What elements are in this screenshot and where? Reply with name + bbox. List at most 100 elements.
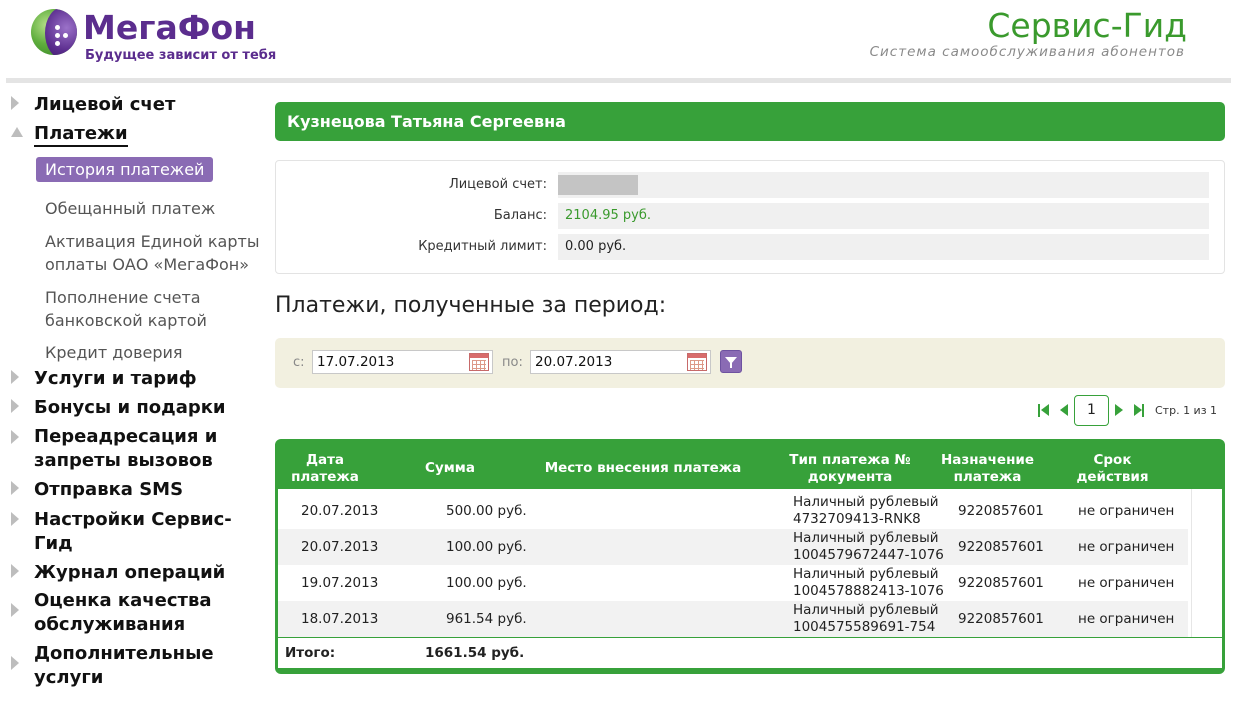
col-header-term[interactable]: Срок действия bbox=[1065, 452, 1160, 486]
col-header-type[interactable]: Тип платежа № документа bbox=[783, 452, 917, 486]
sidebar-item-account[interactable]: Лицевой счет bbox=[34, 93, 254, 117]
sidebar-item-operations-log[interactable]: Журнал операций bbox=[34, 561, 254, 585]
service-title: Сервис-Гид bbox=[987, 6, 1187, 45]
expand-arrow-icon[interactable] bbox=[11, 399, 19, 413]
page-header: МегаФон Будущее зависит от тебя Сервис-Г… bbox=[0, 0, 1251, 83]
cell-amount: 100.00 руб. bbox=[446, 539, 527, 555]
filter-icon[interactable] bbox=[720, 350, 742, 373]
expand-arrow-icon[interactable] bbox=[11, 96, 19, 110]
cell-type: Наличный рублевый 1004579672447-1076 bbox=[793, 530, 944, 566]
cell-type-text: Наличный рублевый bbox=[793, 566, 939, 582]
sidebar-item-payments[interactable]: Платежи bbox=[34, 123, 128, 147]
sidebar-item-sms[interactable]: Отправка SMS bbox=[34, 478, 254, 502]
table-row[interactable]: 20.07.2013 500.00 руб. Наличный рублевый… bbox=[278, 493, 1188, 529]
subitem-promised-payment[interactable]: Обещанный платеж bbox=[45, 197, 260, 220]
to-label: по: bbox=[502, 355, 523, 370]
cell-type-text: Наличный рублевый bbox=[793, 530, 939, 546]
megafon-logo-icon[interactable] bbox=[31, 9, 77, 55]
cell-type: Наличный рублевый 1004575589691-754 bbox=[793, 602, 939, 638]
table-scrollbar[interactable] bbox=[1191, 489, 1222, 637]
first-page-icon[interactable] bbox=[1041, 404, 1049, 416]
prev-page-icon[interactable] bbox=[1060, 404, 1068, 416]
expand-arrow-icon[interactable] bbox=[11, 656, 19, 670]
to-date-input[interactable]: 20.07.2013 bbox=[530, 350, 711, 374]
calendar-icon[interactable] bbox=[469, 353, 489, 371]
sidebar-item-quality[interactable]: Оценка качества обслуживания bbox=[34, 589, 254, 637]
to-date-value: 20.07.2013 bbox=[535, 354, 613, 370]
calendar-icon[interactable] bbox=[687, 353, 707, 371]
sidebar-item-settings[interactable]: Настройки Сервис-Гид bbox=[34, 508, 254, 556]
cell-amount: 100.00 руб. bbox=[446, 575, 527, 591]
expand-arrow-icon[interactable] bbox=[11, 430, 19, 444]
cell-type: Наличный рублевый 1004578882413-1076 bbox=[793, 566, 944, 602]
total-label: Итого: bbox=[285, 645, 336, 661]
expand-arrow-icon[interactable] bbox=[11, 370, 19, 384]
credit-row: Кредитный лимит: 0.00 руб. bbox=[276, 234, 1224, 260]
expand-arrow-icon[interactable] bbox=[11, 481, 19, 495]
cell-type-text: Наличный рублевый bbox=[793, 494, 939, 510]
account-value bbox=[558, 172, 1209, 198]
expand-arrow-icon[interactable] bbox=[11, 564, 19, 578]
credit-value: 0.00 руб. bbox=[558, 234, 1209, 260]
payments-table: Дата платежа Сумма Место внесения платеж… bbox=[275, 439, 1225, 674]
balance-value: 2104.95 руб. bbox=[558, 203, 1209, 229]
from-date-input[interactable]: 17.07.2013 bbox=[312, 350, 493, 374]
sidebar-item-services[interactable]: Услуги и тариф bbox=[34, 367, 254, 391]
cell-amount: 500.00 руб. bbox=[446, 503, 527, 519]
from-label: с: bbox=[293, 355, 305, 370]
expand-arrow-icon[interactable] bbox=[11, 603, 19, 617]
col-header-purpose[interactable]: Назначение платежа bbox=[935, 452, 1040, 486]
subitem-trust-credit[interactable]: Кредит доверия bbox=[45, 341, 260, 364]
balance-row: Баланс: 2104.95 руб. bbox=[276, 203, 1224, 229]
subitem-payment-history[interactable]: История платежей bbox=[36, 157, 214, 182]
table-row[interactable]: 18.07.2013 961.54 руб. Наличный рублевый… bbox=[278, 601, 1188, 637]
col-header-place[interactable]: Место внесения платежа bbox=[543, 460, 743, 477]
sidebar-item-bonuses[interactable]: Бонусы и подарки bbox=[34, 396, 254, 420]
cell-doc-number: 1004575589691-754 bbox=[793, 619, 936, 635]
subitem-bank-card-topup[interactable]: Пополнение счета банковской картой bbox=[45, 286, 260, 332]
cell-date: 19.07.2013 bbox=[301, 575, 379, 591]
table-row[interactable]: 20.07.2013 100.00 руб. Наличный рублевый… bbox=[278, 529, 1188, 565]
cell-date: 20.07.2013 bbox=[301, 539, 379, 555]
col-header-date[interactable]: Дата платежа bbox=[290, 452, 360, 486]
last-page-icon[interactable] bbox=[1134, 404, 1142, 416]
table-body: 20.07.2013 500.00 руб. Наличный рублевый… bbox=[278, 489, 1222, 637]
subscriber-name-bar: Кузнецова Татьяна Сергеевна bbox=[275, 102, 1225, 141]
cell-doc-number: 4732709413-RNK8 bbox=[793, 511, 921, 527]
cell-doc-number: 1004578882413-1076 bbox=[793, 583, 944, 599]
credit-label: Кредитный лимит: bbox=[418, 239, 547, 254]
header-divider bbox=[6, 78, 1231, 83]
cell-type: Наличный рублевый 4732709413-RNK8 bbox=[793, 494, 939, 530]
cell-purpose: 9220857601 bbox=[958, 611, 1044, 627]
last-page-bar bbox=[1142, 404, 1144, 417]
next-page-icon[interactable] bbox=[1115, 404, 1123, 416]
account-label: Лицевой счет: bbox=[448, 177, 547, 192]
cell-term: не ограничен bbox=[1078, 575, 1175, 591]
service-subtitle: Система самообслуживания абонентов bbox=[869, 44, 1185, 60]
from-date-value: 17.07.2013 bbox=[317, 354, 395, 370]
cell-purpose: 9220857601 bbox=[958, 503, 1044, 519]
date-filter-panel: с: 17.07.2013 по: 20.07.2013 bbox=[275, 338, 1225, 388]
logo-title: МегаФон bbox=[83, 8, 256, 47]
cell-type-text: Наличный рублевый bbox=[793, 602, 939, 618]
account-info-box: Лицевой счет: Баланс: 2104.95 руб. Креди… bbox=[275, 160, 1225, 274]
cell-term: не ограничен bbox=[1078, 539, 1175, 555]
collapse-arrow-icon[interactable] bbox=[11, 127, 23, 137]
cell-term: не ограничен bbox=[1078, 503, 1175, 519]
cell-purpose: 9220857601 bbox=[958, 539, 1044, 555]
balance-label: Баланс: bbox=[493, 208, 547, 223]
total-value: 1661.54 руб. bbox=[425, 645, 525, 661]
cell-date: 20.07.2013 bbox=[301, 503, 379, 519]
table-row[interactable]: 19.07.2013 100.00 руб. Наличный рублевый… bbox=[278, 565, 1188, 601]
first-page-bar bbox=[1038, 404, 1040, 417]
col-header-amount[interactable]: Сумма bbox=[415, 460, 485, 477]
current-page-input[interactable]: 1 bbox=[1074, 395, 1109, 426]
table-header: Дата платежа Сумма Место внесения платеж… bbox=[275, 439, 1225, 489]
logo-tagline: Будущее зависит от тебя bbox=[85, 48, 277, 63]
sidebar-item-extra-services[interactable]: Дополнительные услуги bbox=[34, 642, 254, 690]
masked-account-number bbox=[558, 175, 638, 195]
cell-purpose: 9220857601 bbox=[958, 575, 1044, 591]
expand-arrow-icon[interactable] bbox=[11, 512, 19, 526]
sidebar-item-forwarding[interactable]: Переадресация и запреты вызовов bbox=[34, 425, 254, 473]
subitem-card-activation[interactable]: Активация Единой карты оплаты ОАО «МегаФ… bbox=[45, 230, 260, 276]
